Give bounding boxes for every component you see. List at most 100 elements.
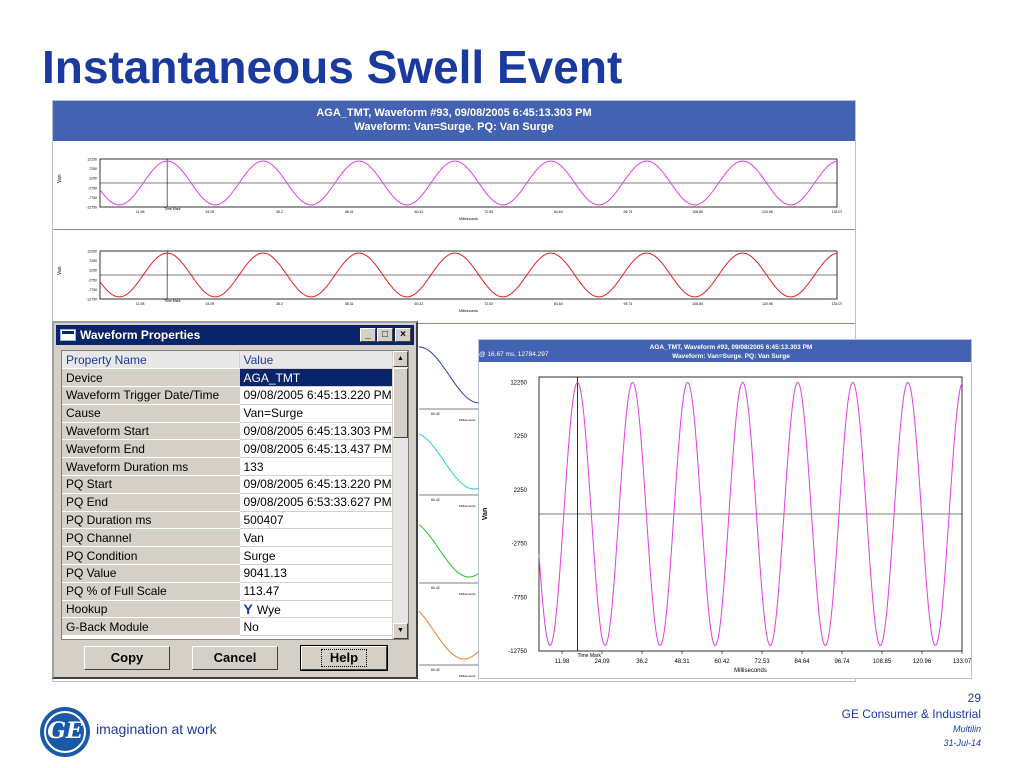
property-value[interactable]: 09/08/2005 6:45:13.220 PM (239, 386, 394, 405)
property-value[interactable]: 09/08/2005 6:45:13.437 PM (239, 439, 394, 459)
property-value-text: 09/08/2005 6:53:33.627 PM (243, 495, 392, 510)
property-name: PQ % of Full Scale (62, 582, 240, 601)
property-value[interactable]: 113.47 (239, 582, 394, 601)
property-value[interactable]: 500407 (239, 511, 394, 530)
property-value-text: 09/08/2005 6:45:13.220 PM (243, 477, 392, 492)
strip-x-tick-label: 108.85 (692, 302, 703, 306)
property-value-text: Surge (243, 548, 276, 563)
property-name: Waveform End (62, 439, 240, 459)
table-row[interactable]: PQ Duration ms 500407 (62, 511, 394, 530)
property-value[interactable]: No (239, 617, 394, 637)
table-row[interactable]: PQ % of Full Scale 113.47 (62, 582, 394, 601)
cancel-button[interactable]: Cancel (192, 646, 278, 670)
partial-strip-tick-label: 60.42 (431, 668, 440, 672)
property-value[interactable]: Van=Surge (239, 404, 394, 423)
column-header-name: Property Name (62, 351, 240, 370)
property-name: PQ End (62, 493, 240, 512)
strip-x-tick-label: 72.53 (484, 302, 493, 306)
strip-x-tick-label: 60.42 (415, 210, 424, 214)
help-button-label: Help (320, 649, 368, 667)
property-value[interactable]: Y Wye (239, 600, 394, 619)
property-value-text: 500407 (243, 513, 284, 528)
x-tick-label: 60.42 (715, 659, 731, 665)
company-name: GE Consumer & Industrial (841, 707, 981, 721)
property-value-text: AGA_TMT (243, 370, 301, 385)
scroll-down-icon[interactable]: ▼ (393, 623, 408, 639)
property-name: G-Back Module (62, 617, 240, 637)
strip-x-tick-label: 48.31 (345, 210, 354, 214)
strip-y-tick-label: -2750 (88, 186, 97, 190)
table-row[interactable]: Cause Van=Surge (62, 404, 394, 423)
zoom-subtitle: Waveform: Van=Surge. PQ: Van Surge (672, 353, 790, 360)
dialog-title-bar[interactable]: Waveform Properties _ □ × (56, 325, 414, 345)
table-row[interactable]: Waveform Trigger Date/Time 09/08/2005 6:4… (62, 386, 394, 405)
table-row[interactable]: Waveform End 09/08/2005 6:45:13.437 PM (62, 439, 394, 459)
strip-y-axis-label: Van (57, 174, 63, 183)
x-tick-label: 24.09 (595, 659, 611, 665)
scroll-up-icon[interactable]: ▲ (393, 351, 408, 367)
table-row[interactable]: PQ Channel Van (62, 528, 394, 548)
help-button[interactable]: Help (300, 645, 388, 671)
partial-strip-tick-label: 60.42 (431, 586, 440, 590)
slide-date: 31-Jul-14 (943, 738, 981, 748)
copy-button[interactable]: Copy (84, 646, 170, 670)
zoom-title: AGA_TMT, Waveform #93, 09/08/2005 6:45:1… (650, 344, 813, 351)
property-name: PQ Duration ms (62, 511, 240, 530)
strip-y-tick-label: -12750 (86, 298, 97, 302)
property-value[interactable]: 09/08/2005 6:45:13.303 PM (239, 422, 394, 441)
strip-x-tick-label: 96.74 (624, 302, 633, 306)
property-value-text: 09/08/2005 6:45:13.437 PM (243, 441, 392, 456)
property-name: PQ Start (62, 475, 240, 494)
partial-waveform-line (418, 610, 480, 660)
partial-strip-tick-label: 60.42 (431, 412, 440, 416)
strip-x-tick-label: 48.31 (345, 302, 354, 306)
property-grid[interactable]: Property Name Value Device AGA_TMT Waveform … (61, 350, 409, 640)
table-row[interactable]: Device AGA_TMT (62, 368, 394, 388)
property-value[interactable]: 9041.13 (239, 564, 394, 583)
table-row[interactable]: Waveform Duration ms 133 (62, 457, 394, 477)
y-tick-label: -7750 (512, 595, 528, 601)
ge-logo: GE (40, 707, 90, 757)
table-row[interactable]: PQ Value 9041.13 (62, 564, 394, 583)
property-value[interactable]: Van (239, 528, 394, 548)
property-name: PQ Value (62, 564, 240, 583)
property-value-text: 09/08/2005 6:45:13.303 PM (243, 424, 392, 439)
property-value[interactable]: 09/08/2005 6:53:33.627 PM (239, 493, 394, 512)
property-table: Property Name Value Device AGA_TMT Waveform … (62, 351, 394, 637)
ge-logo-text: GE (47, 718, 83, 744)
zoomed-waveform-chart: AGA_TMT, Waveform #93, 09/08/2005 6:45:1… (479, 340, 972, 674)
table-row[interactable]: PQ End 09/08/2005 6:53:33.627 PM (62, 493, 394, 512)
property-value[interactable]: AGA_TMT (239, 368, 394, 388)
strip-x-tick-label: 11.98 (136, 302, 145, 306)
maximize-button[interactable]: □ (377, 328, 393, 342)
table-header: Property Name Value (62, 351, 394, 370)
scroll-thumb[interactable] (393, 368, 408, 438)
table-row[interactable]: Hookup Y Wye (62, 600, 394, 619)
property-value[interactable]: 133 (239, 457, 394, 477)
strip-x-tick-label: 133.07 (832, 210, 843, 214)
waveform-properties-dialog: Waveform Properties _ □ × Property Name V… (52, 321, 418, 679)
close-button[interactable]: × (395, 328, 411, 342)
time-mark-label: Time Mark (164, 299, 181, 303)
y-tick-label: -12750 (508, 649, 527, 655)
x-tick-label: 133.07 (953, 659, 971, 665)
strip-y-tick-label: 12250 (87, 158, 97, 162)
strip-x-tick-label: 24.09 (205, 302, 214, 306)
table-row[interactable]: G-Back Module No (62, 617, 394, 637)
property-value-text: 9041.13 (243, 566, 287, 581)
strip-x-tick-label: 133.07 (832, 302, 843, 306)
strip-x-tick-label: 36.2 (276, 210, 283, 214)
y-axis-label: Van (482, 508, 489, 520)
property-value[interactable]: Surge (239, 546, 394, 566)
dialog-title: Waveform Properties (80, 328, 201, 342)
table-row[interactable]: PQ Start 09/08/2005 6:45:13.220 PM (62, 475, 394, 494)
table-row[interactable]: Waveform Start 09/08/2005 6:45:13.303 PM (62, 422, 394, 441)
minimize-button[interactable]: _ (360, 328, 376, 342)
property-value[interactable]: 09/08/2005 6:45:13.220 PM (239, 475, 394, 494)
vertical-scrollbar[interactable]: ▲ ▼ (392, 351, 408, 639)
strip-y-tick-label: -2750 (88, 278, 97, 282)
strip-x-tick-label: 120.96 (762, 302, 773, 306)
strip-y-tick-label: 7250 (89, 167, 97, 171)
table-row[interactable]: PQ Condition Surge (62, 546, 394, 566)
x-tick-label: 48.31 (675, 659, 691, 665)
